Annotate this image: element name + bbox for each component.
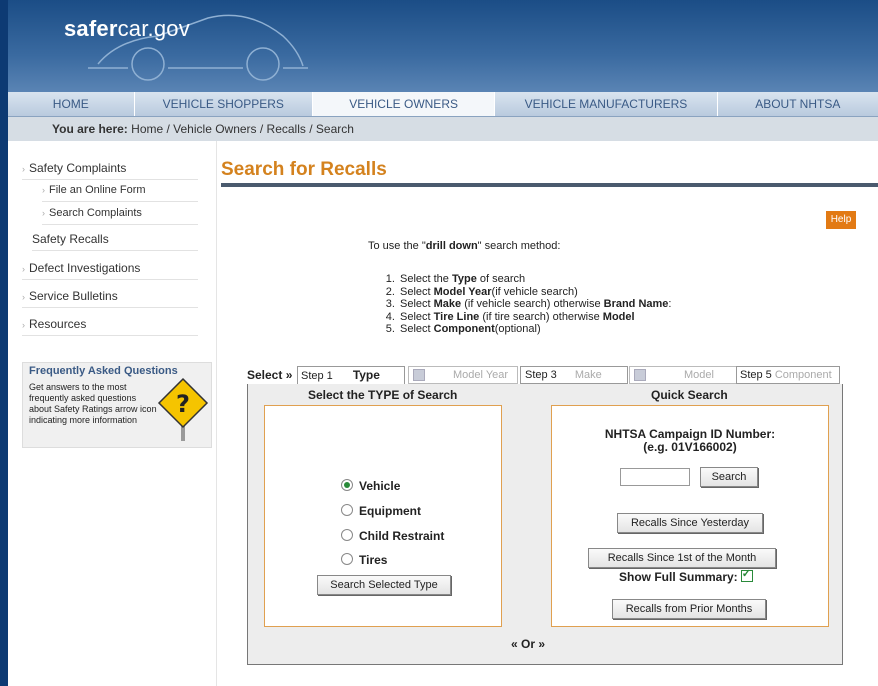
step-item: Select Component(optional) (398, 323, 671, 336)
bullet-icon: › (22, 320, 25, 330)
nav-vehicle-shoppers[interactable]: VEHICLE SHOPPERS (135, 92, 313, 116)
type-search-heading: Select the TYPE of Search (308, 388, 458, 402)
campaign-id-input[interactable] (620, 468, 690, 486)
campaign-id-example: (e.g. 01V166002) (643, 440, 737, 454)
radio-icon[interactable] (341, 529, 353, 541)
step-item: Select Tire Line (if tire search) otherw… (398, 311, 671, 324)
faq-text: Get answers to the most frequently asked… (29, 382, 157, 425)
recalls-since-yesterday-button[interactable]: Recalls Since Yesterday (617, 513, 763, 533)
select-label: Select » (247, 368, 293, 382)
quick-search-box: NHTSA Campaign ID Number: (e.g. 01V16600… (551, 405, 829, 627)
tab-model[interactable]: Model (629, 366, 737, 384)
radio-icon[interactable] (341, 479, 353, 491)
sidebar-item-resources[interactable]: › Resources (22, 313, 198, 336)
radio-child-restraint[interactable]: Child Restraint (341, 528, 444, 544)
search-panel: Select the TYPE of Search Vehicle Equipm… (247, 384, 843, 665)
type-search-box: Vehicle Equipment Child Restraint Tires … (264, 405, 502, 627)
main-content: › Safety Complaints › File an Online Form … (8, 141, 878, 686)
show-full-summary[interactable]: Show Full Summary: (619, 567, 753, 584)
radio-icon[interactable] (341, 553, 353, 565)
radio-tires[interactable]: Tires (341, 552, 387, 568)
breadcrumb-prefix: You are here: (52, 122, 128, 136)
nav-vehicle-manufacturers[interactable]: VEHICLE MANUFACTURERS (495, 92, 718, 116)
bullet-icon: › (42, 185, 45, 195)
site-header: safercar.gov (8, 0, 878, 92)
sidebar-item-search-complaints[interactable]: › Search Complaints (42, 202, 198, 225)
tab-step5-component[interactable]: Step 5 Component (736, 366, 840, 384)
search-selected-type-button[interactable]: Search Selected Type (317, 575, 451, 595)
step-item: Select Model Year(if vehicle search) (398, 286, 671, 299)
recalls-prior-months-button[interactable]: Recalls from Prior Months (612, 599, 766, 619)
site-logo[interactable]: safercar.gov (64, 16, 190, 42)
main-nav: HOME VEHICLE SHOPPERS VEHICLE OWNERS VEH… (8, 92, 878, 117)
intro-text: To use the "drill down" search method: (368, 240, 561, 252)
bullet-icon: › (22, 164, 25, 174)
page-title: Search for Recalls (221, 159, 387, 180)
step-item: Select Make (if vehicle search) otherwis… (398, 298, 671, 311)
quick-search-heading: Quick Search (651, 388, 728, 402)
campaign-search-button[interactable]: Search (700, 467, 758, 487)
bullet-icon: › (22, 264, 25, 274)
faq-box[interactable]: Frequently Asked Questions Get answers t… (22, 362, 212, 448)
breadcrumb-path[interactable]: Home / Vehicle Owners / Recalls / Search (131, 122, 354, 136)
sidebar-item-defect-investigations[interactable]: › Defect Investigations (22, 257, 198, 280)
bullet-icon: › (42, 208, 45, 218)
step-item: Select the Type of search (398, 273, 671, 286)
step-2-icon (413, 369, 425, 382)
sidebar-item-service-bulletins[interactable]: › Service Bulletins (22, 285, 198, 308)
nav-vehicle-owners[interactable]: VEHICLE OWNERS (312, 92, 496, 116)
radio-equipment[interactable]: Equipment (341, 503, 421, 519)
sidebar-item-file-online-form[interactable]: › File an Online Form (42, 179, 198, 202)
bullet-icon: › (22, 292, 25, 302)
nav-home[interactable]: HOME (8, 92, 135, 116)
sidebar-item-safety-complaints[interactable]: › Safety Complaints (22, 157, 198, 180)
or-separator: « Or » (511, 637, 546, 651)
summary-checkbox[interactable] (740, 567, 753, 582)
nav-about-nhtsa[interactable]: ABOUT NHTSA (718, 92, 878, 116)
instruction-steps: Select the Type of search Select Model Y… (378, 273, 671, 336)
tab-step1-type[interactable]: Step 1 Type (297, 366, 405, 384)
question-sign-icon: ? (157, 377, 209, 441)
sidebar-item-safety-recalls[interactable]: Safety Recalls (32, 228, 198, 251)
sidebar: › Safety Complaints › File an Online Form … (8, 141, 217, 686)
breadcrumb: You are here: Home / Vehicle Owners / Re… (8, 117, 878, 141)
title-divider (221, 183, 878, 187)
faq-title: Frequently Asked Questions (29, 365, 178, 377)
radio-vehicle[interactable]: Vehicle (341, 478, 400, 494)
tab-step3-make[interactable]: Step 3 Make (520, 366, 628, 384)
help-button[interactable]: Help (826, 211, 856, 229)
svg-text:?: ? (176, 390, 190, 418)
recalls-since-month-button[interactable]: Recalls Since 1st of the Month (588, 548, 776, 568)
tab-model-year[interactable]: Model Year (408, 366, 518, 384)
step-4-icon (634, 369, 646, 382)
radio-icon[interactable] (341, 504, 353, 516)
